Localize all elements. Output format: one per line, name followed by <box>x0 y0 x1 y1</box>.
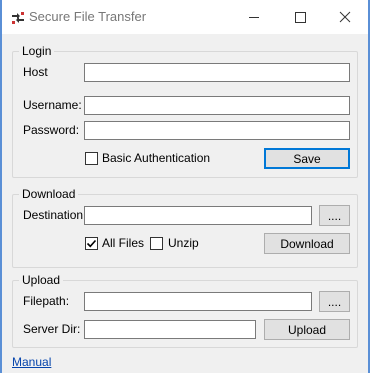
upload-button[interactable]: Upload <box>264 319 350 340</box>
download-button[interactable]: Download <box>264 233 350 254</box>
title-bar[interactable]: Secure File Transfer <box>2 0 368 34</box>
unzip-checkbox[interactable] <box>150 237 163 250</box>
manual-link[interactable]: Manual <box>12 355 51 369</box>
window-title: Secure File Transfer <box>29 9 147 24</box>
upload-group: Upload Filepath: .... Server Dir: Upload <box>12 273 358 348</box>
username-input[interactable] <box>84 96 350 115</box>
filepath-label: Filepath: <box>23 294 70 308</box>
destination-label: Destination: <box>23 208 87 222</box>
login-group: Login Host Username: Password: Basic Aut… <box>12 44 358 178</box>
download-legend: Download <box>19 187 79 201</box>
app-window: Secure File Transfer Login Host Username… <box>2 0 368 373</box>
checkmark-icon <box>86 239 97 248</box>
basic-auth-label[interactable]: Basic Authentication <box>102 150 210 166</box>
upload-legend: Upload <box>19 273 64 287</box>
password-label: Password: <box>23 123 80 137</box>
host-input[interactable] <box>84 63 350 82</box>
unzip-label[interactable]: Unzip <box>168 235 199 251</box>
basic-auth-checkbox[interactable] <box>85 152 98 165</box>
username-label: Username: <box>23 98 82 112</box>
destination-input[interactable] <box>84 206 312 225</box>
host-label: Host <box>23 65 48 79</box>
all-files-label[interactable]: All Files <box>102 235 144 251</box>
app-icon <box>12 12 24 24</box>
download-group: Download Destination: .... All Files Unz… <box>12 187 358 268</box>
filepath-input[interactable] <box>84 292 312 311</box>
filepath-browse-button[interactable]: .... <box>319 291 350 312</box>
save-button[interactable]: Save <box>264 148 350 169</box>
server-dir-input[interactable] <box>84 320 256 339</box>
all-files-checkbox[interactable] <box>85 237 98 250</box>
server-dir-label: Server Dir: <box>23 322 81 336</box>
login-legend: Login <box>19 44 55 58</box>
destination-browse-button[interactable]: .... <box>319 205 350 226</box>
minimize-icon[interactable] <box>245 8 263 26</box>
password-input[interactable] <box>84 121 350 140</box>
maximize-icon[interactable] <box>291 8 309 26</box>
close-icon[interactable] <box>336 8 354 26</box>
